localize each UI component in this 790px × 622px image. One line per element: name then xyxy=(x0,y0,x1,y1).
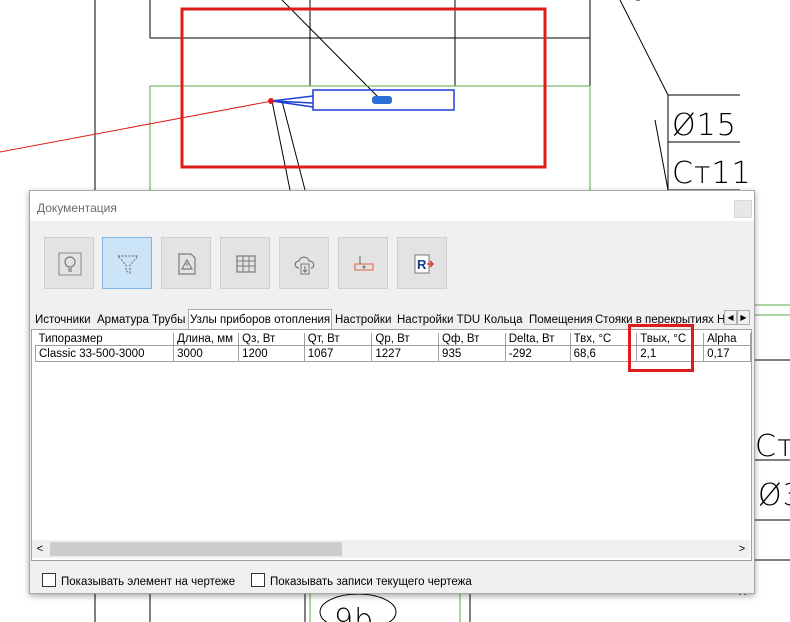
tab-fittings[interactable]: Арматура xyxy=(96,311,150,329)
tab-scroll-right-button[interactable]: ▶ xyxy=(737,310,750,325)
cell-length[interactable]: 3000 xyxy=(173,345,240,362)
cell-qz[interactable]: 1200 xyxy=(238,345,305,362)
filter-icon xyxy=(116,255,140,274)
cell-tin[interactable]: 68,6 xyxy=(569,345,638,362)
scroll-left-arrow-icon[interactable]: < xyxy=(32,540,48,558)
cell-qt[interactable]: 1067 xyxy=(303,345,373,362)
show-records-checkbox[interactable]: Показывать записи текущего чертежа xyxy=(251,573,472,588)
heater-icon xyxy=(354,256,374,271)
title-bar[interactable]: Документация xyxy=(30,191,754,221)
cloud-download-button[interactable] xyxy=(279,237,329,289)
table-button[interactable] xyxy=(220,237,270,289)
checkbox-box[interactable] xyxy=(42,573,56,587)
revit-export-button[interactable]: R xyxy=(397,237,447,289)
tab-heater-nodes[interactable]: Узлы приборов отопления xyxy=(188,309,333,329)
checkbox-box[interactable] xyxy=(251,573,265,587)
svg-text:R: R xyxy=(417,257,427,272)
col-header-length[interactable]: Длина, мм xyxy=(173,333,240,346)
cell-alpha[interactable]: 0,17 xyxy=(703,345,751,362)
col-header-qf[interactable]: Qф, Вт xyxy=(438,333,506,346)
heater-button[interactable] xyxy=(338,237,388,289)
highlight-rectangle xyxy=(628,324,694,372)
col-header-qt[interactable]: Qт, Вт xyxy=(304,333,373,346)
col-header-qr[interactable]: Qр, Вт xyxy=(371,333,440,346)
cad-label-d3: Ø3 xyxy=(758,478,790,513)
radiator-element[interactable] xyxy=(268,89,455,111)
tab-sources[interactable]: Источники xyxy=(34,311,92,329)
tab-rings[interactable]: Кольца xyxy=(483,311,524,329)
tab-settings[interactable]: Настройки xyxy=(334,311,392,329)
cloud-download-icon xyxy=(294,256,315,275)
footer-options: Показывать элемент на чертеже Показывать… xyxy=(30,567,754,591)
show-element-label: Показывать элемент на чертеже xyxy=(61,576,236,588)
horizontal-scrollbar[interactable]: < > xyxy=(32,540,750,558)
cell-qf[interactable]: 935 xyxy=(438,345,506,362)
tab-scroller: ◀ ▶ xyxy=(724,310,752,325)
documentation-dialog: Документация R Источники Арматура Трубы … xyxy=(29,190,755,594)
tab-settings-tdu[interactable]: Настройки TDU xyxy=(396,311,481,329)
col-header-tin[interactable]: Твх, °C xyxy=(570,333,638,346)
tab-rooms[interactable]: Помещения xyxy=(528,311,594,329)
cad-label-d15: Ø15 xyxy=(672,108,737,143)
cell-size[interactable]: Classic 33-500-3000 xyxy=(34,345,175,362)
col-header-delta[interactable]: Delta, Вт xyxy=(505,333,571,346)
revit-export-icon: R xyxy=(414,254,435,274)
scroll-thumb[interactable] xyxy=(50,542,342,556)
cell-delta[interactable]: -292 xyxy=(504,345,571,362)
show-element-checkbox[interactable]: Показывать элемент на чертеже xyxy=(42,573,235,588)
show-records-label: Показывать записи текущего чертежа xyxy=(270,576,472,588)
lightbulb-button[interactable] xyxy=(44,237,94,289)
cad-label-9b: 9b xyxy=(334,603,374,622)
tab-pipes[interactable]: Трубы xyxy=(151,311,186,329)
scroll-right-arrow-icon[interactable]: > xyxy=(734,540,750,558)
table-icon xyxy=(236,255,256,273)
close-button[interactable] xyxy=(734,200,752,218)
col-header-size[interactable]: Типоразмер xyxy=(35,333,175,346)
toolbar: R xyxy=(30,221,754,307)
tab-scroll-left-button[interactable]: ◀ xyxy=(724,310,737,325)
col-header-alpha[interactable]: Alpha xyxy=(703,333,751,346)
col-header-qz[interactable]: Qз, Вт xyxy=(238,333,305,346)
cad-label-st: Ст xyxy=(755,429,790,464)
window-title: Документация xyxy=(37,201,117,215)
filter-button[interactable] xyxy=(102,237,152,289)
warning-icon xyxy=(178,253,196,275)
warning-button[interactable] xyxy=(161,237,211,289)
cell-qr[interactable]: 1227 xyxy=(371,345,440,362)
lightbulb-icon xyxy=(58,252,82,276)
cad-label-st11: Ст11 xyxy=(672,156,752,191)
